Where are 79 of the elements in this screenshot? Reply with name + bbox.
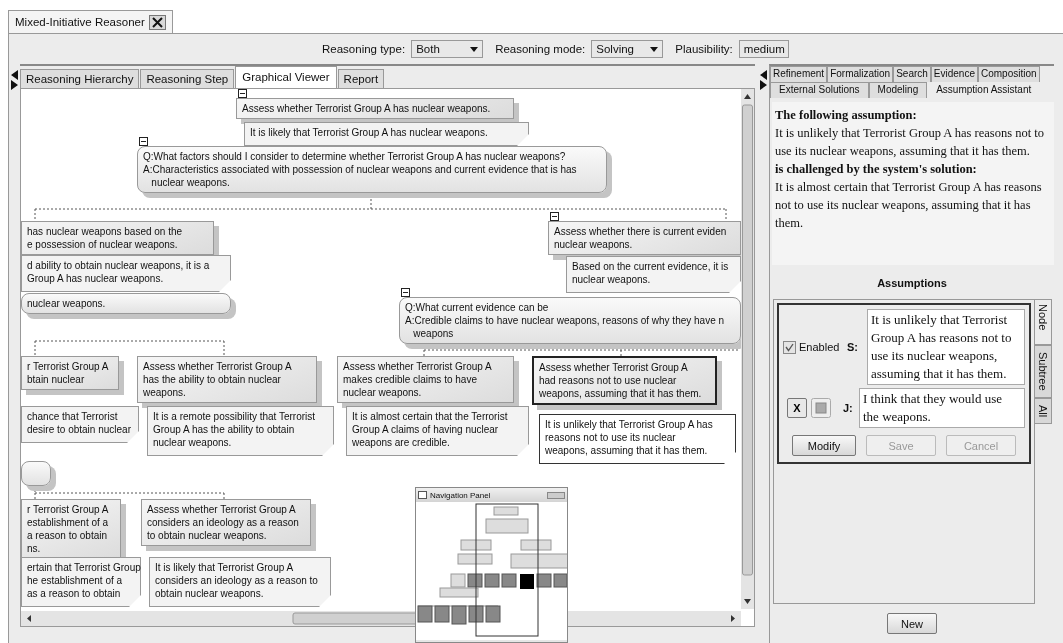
node-text: Assess whether Terrorist Group A has the ability to obtain nuclear weapons.	[143, 360, 292, 399]
solution-note[interactable]: It is likely that Terrorist Group A considers an ideology as a reason to obtain nuclear weapons.	[149, 557, 331, 607]
solution-note[interactable]: chance that Terrorist desire to obtain nuclear	[21, 406, 139, 443]
panel-tab[interactable]: Refinement	[770, 66, 828, 82]
panel-tab[interactable]: Evidence	[930, 66, 978, 82]
solution-text: It is almost certain that Terrorist Group A has reasons not to use its nuclear weapons, assuming that it has them.	[775, 179, 1043, 232]
node-text: r Terrorist Group A establishment of a a reason to obtain ns.	[27, 503, 109, 555]
window-title: Navigation Panel	[430, 490, 491, 500]
dropdown-label: Reasoning type:	[322, 43, 406, 55]
window-controls-icon[interactable]	[547, 491, 565, 499]
solution-note[interactable]: It is almost certain that the Terrorist Group A claims of having nuclear weapons are credible.	[346, 406, 529, 456]
caret-icon	[650, 46, 659, 52]
node-text: Assess whether Terrorist Group A had reasons not to use nuclear weapons, assuming that it has them.	[539, 361, 702, 400]
checkbox-label: Enabled	[799, 341, 840, 353]
panel-tab[interactable]: Composition	[978, 66, 1040, 82]
solution-note[interactable]: d ability to obtain nuclear weapons, it is a Group A has nuclear weapons.	[21, 255, 231, 292]
panel-tab[interactable]: Formalization	[827, 66, 894, 82]
document-tab[interactable]: Mixed-Initiative Reasoner	[8, 10, 173, 33]
justification-field[interactable]: I think that they would use the weapons.	[859, 388, 1025, 428]
node-text: It is a remote possibility that Terrorist Group A has the ability to obtain nuclear weapons.	[153, 410, 316, 449]
split-arrows-icon[interactable]	[760, 70, 767, 90]
document-tab-title: Mixed-Initiative Reasoner	[15, 16, 145, 28]
dropdown-label: Reasoning mode:	[495, 43, 586, 55]
node-text: Q:What current evidence can be A:Credible claims to have nuclear weapons, reasons of why they have n weapons	[405, 301, 725, 340]
card-button[interactable]: Modify	[792, 435, 856, 456]
assistant-heading: The following assumption:	[775, 107, 918, 124]
split-arrows-icon[interactable]	[11, 70, 18, 90]
view-tab[interactable]: Reasoning Step	[140, 69, 235, 88]
node-text: Assess whether Terrorist Group A has nuclear weapons.	[242, 102, 491, 115]
node-text: It is unlikely that Terrorist Group A has reasons not to use its nuclear weapons, assuming that it has them.	[545, 418, 713, 457]
caret-icon	[470, 46, 479, 52]
vertical-scrollbar[interactable]	[741, 89, 754, 609]
window-icon	[418, 491, 427, 499]
dropdown[interactable]: medium	[738, 40, 789, 58]
solution-note[interactable]: It is a remote possibility that Terrorist Group A has the ability to obtain nuclear weapons.	[147, 406, 334, 456]
collapse-icon[interactable]	[139, 137, 148, 146]
side-tab[interactable]: Subtree	[1035, 345, 1052, 398]
node-text: It is almost certain that the Terrorist Group A claims of having nuclear weapons are credible.	[352, 410, 508, 449]
panel-tab[interactable]: Modeling	[868, 82, 928, 98]
panel-tab[interactable]: External Solutions	[770, 82, 869, 98]
new-button[interactable]: New	[887, 613, 937, 634]
side-tab[interactable]: All	[1035, 397, 1052, 425]
panel-tab[interactable]: Search	[893, 66, 931, 82]
remove-button[interactable]: X	[787, 398, 807, 418]
assumption-text: It is unlikely that Terrorist Group A has reasons not to use its nuclear weapons, assuming that it has them.	[775, 125, 1045, 160]
collapse-icon[interactable]	[550, 212, 559, 221]
solution-note[interactable]: Based on the current evidence, it is nuclear weapons.	[566, 256, 741, 293]
node-text: ertain that Terrorist Group he establishment of a as a reason to obtain	[27, 561, 141, 600]
node-text: nuclear weapons.	[27, 297, 106, 310]
statement-field[interactable]: It is unlikely that Terrorist Group A has reasons not to use its nuclear weapons, assuming that it has them.	[867, 309, 1025, 385]
node-text: chance that Terrorist desire to obtain nuclear	[27, 410, 131, 436]
view-tab[interactable]: Reasoning Hierarchy	[20, 69, 140, 88]
justification-label: J:	[843, 402, 854, 414]
node-text: d ability to obtain nuclear weapons, it is a Group A has nuclear weapons.	[27, 259, 210, 285]
checkbox[interactable]	[783, 340, 796, 354]
dropdown-label: Plausibility:	[675, 43, 733, 55]
dropdown[interactable]: Solving	[591, 40, 664, 58]
view-tab[interactable]: Graphical Viewer	[235, 66, 337, 88]
solution-note[interactable]: It is unlikely that Terrorist Group A has reasons not to use its nuclear weapons, assuming that it has them.	[539, 414, 736, 464]
node-text: Assess whether Terrorist Group A considers an ideology as a reason to obtain nuclear weapons.	[147, 503, 299, 542]
node-text: has nuclear weapons based on the e possession of nuclear weapons.	[27, 225, 183, 251]
collapse-icon[interactable]	[238, 89, 247, 98]
node-text: It is likely that Terrorist Group A has nuclear weapons.	[250, 126, 488, 139]
statement-label: S:	[847, 341, 859, 353]
node-text: r Terrorist Group A btain nuclear	[27, 360, 109, 386]
solution-note[interactable]: ertain that Terrorist Group he establishment of a as a reason to obtain	[21, 557, 141, 607]
dropdown[interactable]: Both	[411, 40, 484, 58]
node-text: It is likely that Terrorist Group A considers an ideology as a reason to obtain nuclear weapons.	[155, 561, 318, 600]
assistant-heading: is challenged by the system's solution:	[775, 161, 978, 178]
side-tab[interactable]: Node	[1035, 299, 1052, 346]
node-text: Q:What factors should I consider to determine whether Terrorist Group A has nuclear weapons? A:Characteristics associated with possession of nuclear weapons and current evidence that is has nuclear weapons.	[143, 150, 577, 189]
node-text: Assess whether there is current eviden nuclear weapons.	[554, 225, 727, 251]
view-tab[interactable]: Report	[337, 69, 385, 88]
solution-note[interactable]: It is likely that Terrorist Group A has nuclear weapons.	[244, 122, 529, 146]
close-icon[interactable]	[148, 14, 166, 30]
assumptions-title: Assumptions	[876, 277, 948, 291]
node-text: Based on the current evidence, it is nuclear weapons.	[572, 260, 729, 286]
collapse-icon[interactable]	[401, 288, 410, 297]
node-text: Assess whether Terrorist Group A makes credible claims to have nuclear weapons.	[343, 360, 492, 399]
